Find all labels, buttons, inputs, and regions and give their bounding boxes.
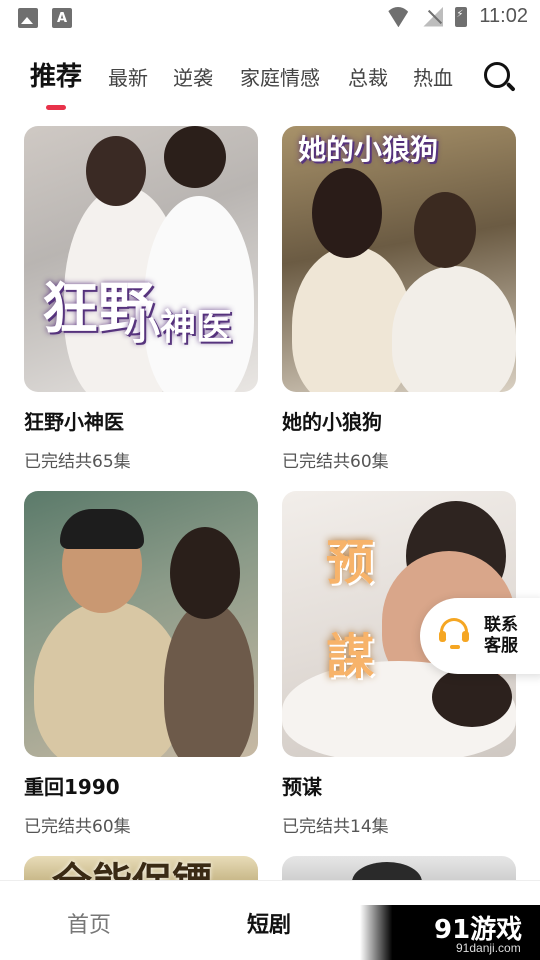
- tab-ceo[interactable]: 总裁: [348, 62, 388, 91]
- poster-title-text: 她的小狼狗: [298, 133, 439, 166]
- font-notification-icon: A: [52, 8, 72, 28]
- tab-latest[interactable]: 最新: [108, 62, 148, 91]
- bottom-navigation: 首页 短剧 91游戏 91danji.com: [0, 880, 540, 960]
- tab-comeback[interactable]: 逆袭: [173, 62, 213, 91]
- battery-charging-icon: [455, 6, 468, 27]
- drama-card[interactable]: 她的小狼狗 她的小狼狗 已完结共60集: [282, 126, 516, 472]
- drama-episodes: 已完结共60集: [282, 452, 389, 472]
- drama-episodes: 已完结共60集: [24, 817, 131, 837]
- status-time: 11:02: [479, 5, 528, 27]
- drama-title: 狂野小神医: [24, 410, 124, 434]
- active-tab-indicator: [46, 105, 66, 110]
- drama-poster[interactable]: [24, 491, 258, 757]
- drama-card[interactable]: 全能保镖: [24, 856, 258, 880]
- image-notification-icon: [18, 8, 38, 28]
- nav-short-drama[interactable]: 短剧: [247, 907, 291, 939]
- drama-card[interactable]: 重回1990 已完结共60集: [24, 491, 258, 837]
- drama-title: 她的小狼狗: [282, 410, 382, 434]
- watermark: 91游戏 91danji.com: [360, 905, 540, 960]
- headset-icon: [438, 618, 470, 650]
- drama-episodes: 已完结共65集: [24, 452, 131, 472]
- no-signal-icon: [423, 7, 443, 27]
- poster-title-text: 小神医: [124, 306, 233, 348]
- drama-episodes: 已完结共14集: [282, 817, 389, 837]
- watermark-url: 91danji.com: [456, 941, 521, 955]
- tab-family[interactable]: 家庭情感: [240, 62, 320, 91]
- nav-home[interactable]: 首页: [67, 907, 111, 939]
- poster-title-text: 全能保镖: [52, 856, 212, 880]
- drama-title: 重回1990: [24, 775, 120, 799]
- drama-poster[interactable]: 狂野 小神医: [24, 126, 258, 392]
- drama-poster[interactable]: [282, 856, 516, 880]
- drama-poster[interactable]: 全能保镖: [24, 856, 258, 880]
- poster-title-text: 謀: [326, 629, 375, 685]
- tab-action[interactable]: 热血: [413, 62, 453, 91]
- customer-service-label: 联系客服: [484, 615, 518, 656]
- customer-service-button[interactable]: 联系客服: [420, 598, 540, 674]
- status-bar: A 11:02: [0, 0, 540, 36]
- search-button[interactable]: [478, 56, 518, 96]
- poster-title-text: 预: [326, 535, 375, 591]
- drama-card[interactable]: [282, 856, 516, 880]
- drama-card[interactable]: 狂野 小神医 狂野小神医 已完结共65集: [24, 126, 258, 472]
- tab-recommended[interactable]: 推荐: [30, 56, 82, 93]
- category-tabs: 推荐 最新 逆袭 家庭情感 总裁 热血: [0, 52, 540, 112]
- wifi-icon: [385, 7, 411, 27]
- drama-poster[interactable]: 她的小狼狗: [282, 126, 516, 392]
- drama-title: 预谋: [282, 775, 322, 799]
